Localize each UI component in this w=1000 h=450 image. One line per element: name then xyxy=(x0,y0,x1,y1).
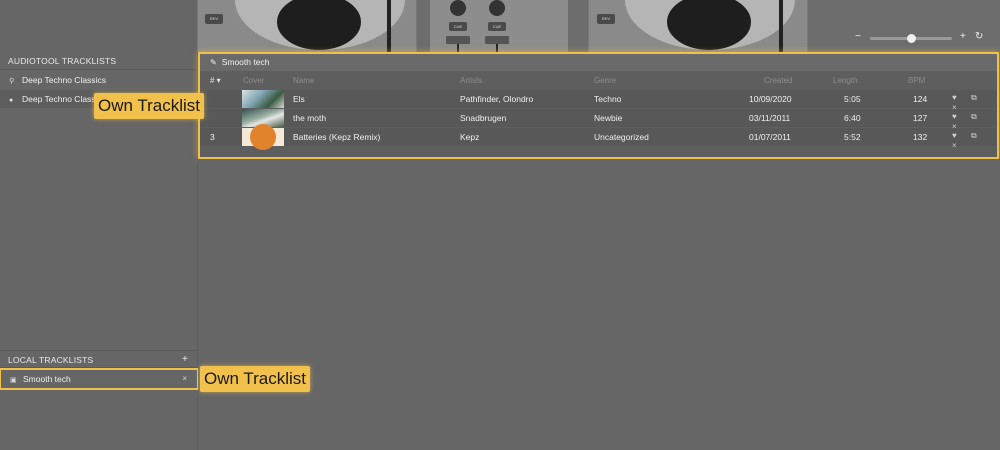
channel-fader-b[interactable] xyxy=(485,36,509,44)
track-length: 5:52 xyxy=(844,132,861,142)
track-cover-image xyxy=(242,124,284,150)
track-genre: Uncategorized xyxy=(594,132,649,142)
tracklist-icon: ▣ xyxy=(10,377,17,384)
track-name: the moth xyxy=(293,113,327,123)
sidebar-search-label: Deep Techno Classics xyxy=(22,75,106,85)
track-artists[interactable]: Kepz xyxy=(460,132,479,142)
remove-tracklist-button[interactable]: × xyxy=(182,370,187,388)
track-created: 01/07/2011 xyxy=(749,132,791,142)
search-icon: ⚲ xyxy=(9,78,15,85)
tracklist-panel: ✎ Smooth tech # ▾ Cover Name Artists Genr… xyxy=(198,52,999,159)
smiley-face-cover-art xyxy=(250,124,276,150)
column-number[interactable]: # ▾ xyxy=(210,76,221,85)
track-genre: Newbie xyxy=(594,113,623,123)
zoom-slider-thumb[interactable] xyxy=(907,34,916,43)
sidebar-item-label: Smooth tech xyxy=(23,374,71,384)
zoom-reset-icon[interactable]: ↻ xyxy=(975,31,983,42)
own-tracklist-callout-bottom: Own Tracklist xyxy=(200,366,311,392)
track-bpm: 124 xyxy=(913,94,928,104)
own-tracklist-callout-top: Own Tracklist xyxy=(94,93,205,119)
deck-a-rev-button[interactable]: REV xyxy=(205,14,223,24)
table-row[interactable]: 3 Batteries (Kepz Remix) Kepz Uncategori… xyxy=(200,124,997,150)
mixer-knob-a[interactable] xyxy=(450,0,466,16)
zoom-out-button[interactable]: − xyxy=(855,31,861,42)
channel-fader-a[interactable] xyxy=(446,36,470,44)
deck-a-pitch-slider[interactable] xyxy=(387,0,391,52)
audiotool-tracklists-header: AUDIOTOOL TRACKLISTS xyxy=(0,52,198,70)
track-name: Els xyxy=(293,94,305,104)
sidebar-item-smooth-tech[interactable]: ▣ Smooth tech × xyxy=(0,368,199,390)
track-length: 6:40 xyxy=(844,113,861,123)
track-artists[interactable]: Snadbrugen xyxy=(460,113,506,123)
table-row[interactable]: the moth Snadbrugen Newbie 03/11/2011 6:… xyxy=(200,109,997,131)
mixer-knob-b[interactable] xyxy=(489,0,505,16)
track-cover-image xyxy=(242,90,284,108)
audiotool-tracklists-title: AUDIOTOOL TRACKLISTS xyxy=(8,56,117,66)
fader-a-track xyxy=(457,44,459,52)
zoom-control: − + ↻ xyxy=(855,31,985,45)
column-created[interactable]: Created xyxy=(764,76,792,85)
deck-left-blank xyxy=(0,0,197,52)
cue-button-b[interactable]: CUE xyxy=(488,22,506,31)
track-created: 10/09/2020 xyxy=(749,94,792,104)
track-length: 5:05 xyxy=(844,94,861,104)
add-local-tracklist-button[interactable]: + xyxy=(182,351,188,369)
fader-b-track xyxy=(496,44,498,52)
tracklist-title[interactable]: Smooth tech xyxy=(222,57,270,67)
edit-pencil-icon[interactable]: ✎ xyxy=(210,58,217,67)
sidebar-search-item[interactable]: ⚲ Deep Techno Classics xyxy=(0,71,198,89)
column-genre[interactable]: Genre xyxy=(594,76,616,85)
empty-content-area xyxy=(198,159,1000,450)
column-length[interactable]: Length xyxy=(833,76,857,85)
row-number: 3 xyxy=(210,132,215,142)
column-artists[interactable]: Artists xyxy=(460,76,482,85)
track-created: 03/11/2011 xyxy=(749,113,791,123)
local-tracklists-title: LOCAL TRACKLISTS xyxy=(8,355,94,365)
track-genre: Techno xyxy=(594,94,622,104)
dj-deck-area: REV REV CUE CUE − + ↻ xyxy=(0,0,1000,52)
column-name[interactable]: Name xyxy=(293,76,314,85)
zoom-in-button[interactable]: + xyxy=(960,31,966,42)
table-row[interactable]: Els Pathfinder, Olondro Techno 10/09/202… xyxy=(200,90,997,112)
tracklist-column-headers: # ▾ Cover Name Artists Genre Created Len… xyxy=(200,73,997,89)
tracklist-title-bar: ✎ Smooth tech xyxy=(200,54,997,71)
track-bpm: 132 xyxy=(913,132,928,142)
deck-b-rev-button[interactable]: REV xyxy=(597,14,615,24)
row-actions-heart-open-remove-icons[interactable]: ♥ ⧉ × xyxy=(952,131,997,150)
cue-button-a[interactable]: CUE xyxy=(449,22,467,31)
playing-icon: ● xyxy=(9,97,14,104)
column-cover[interactable]: Cover xyxy=(243,76,264,85)
track-name: Batteries (Kepz Remix) xyxy=(293,132,381,142)
deck-b-pitch-slider[interactable] xyxy=(779,0,783,52)
column-bpm[interactable]: BPM xyxy=(908,76,925,85)
track-bpm: 127 xyxy=(913,113,928,123)
track-artists[interactable]: Pathfinder, Olondro xyxy=(460,94,533,104)
local-tracklists-header: LOCAL TRACKLISTS + xyxy=(0,350,198,368)
